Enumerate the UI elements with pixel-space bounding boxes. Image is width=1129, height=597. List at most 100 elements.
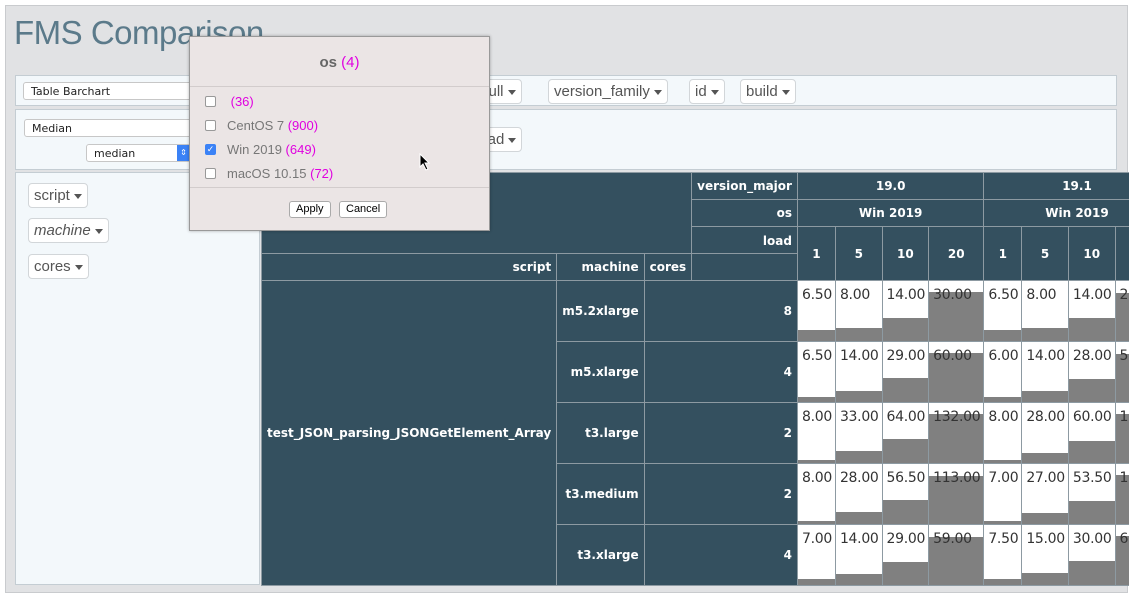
bar xyxy=(1022,452,1068,463)
bar xyxy=(1068,560,1115,585)
bar xyxy=(835,573,882,585)
checkbox[interactable]: ✓ xyxy=(205,144,216,155)
data-cell: 60.00 xyxy=(1067,402,1116,464)
caret-down-icon[interactable] xyxy=(73,193,82,199)
row-attr-label: script xyxy=(260,253,558,281)
row-header-machine: m5.2xlarge xyxy=(556,280,645,342)
data-cell: 33.00 xyxy=(834,402,883,464)
bar xyxy=(835,450,882,463)
data-cell: 56.50 xyxy=(881,463,930,525)
data-cell: 29.00 xyxy=(881,524,930,586)
aggregator-attr-value: median xyxy=(94,147,136,160)
data-cell: 28.00 xyxy=(1067,341,1116,403)
filter-item-label: Win 2019 xyxy=(227,142,282,157)
filter-item[interactable]: macOS 10.15 (72) xyxy=(205,166,333,181)
attr-pill-script[interactable]: script xyxy=(28,183,88,208)
filter-item-label: CentOS 7 xyxy=(227,118,285,133)
bar xyxy=(882,500,929,524)
attr-label: cores xyxy=(34,258,71,275)
col-header-load: 5 xyxy=(834,226,883,281)
data-cell: 15.00 xyxy=(1021,524,1069,586)
caret-down-icon[interactable] xyxy=(508,137,517,143)
caret-down-icon[interactable] xyxy=(710,89,719,95)
col-attr-label: os xyxy=(691,199,798,227)
bar xyxy=(1022,327,1068,341)
filter-item[interactable]: ✓ Win 2019 (649) xyxy=(205,142,316,157)
row-header-cores: 4 xyxy=(643,341,798,403)
cell-value: 14.00 xyxy=(1026,348,1065,364)
cell-value: 6.50 xyxy=(801,287,832,303)
bar xyxy=(835,327,882,341)
attr-label: version_family xyxy=(554,83,650,100)
filter-item[interactable]: (36) xyxy=(205,94,254,109)
col-header-load: 5 xyxy=(1021,226,1069,281)
data-cell: 8.00 xyxy=(983,402,1023,464)
bar xyxy=(882,439,929,463)
caret-down-icon[interactable] xyxy=(781,89,790,95)
cell-value: 60.00 xyxy=(1072,409,1112,425)
data-cell: 7.00 xyxy=(796,524,836,586)
data-cell: 60.00 xyxy=(928,341,985,403)
apply-button[interactable]: Apply xyxy=(289,201,331,218)
data-cell: 61.00 xyxy=(1114,524,1129,586)
data-cell: 14.00 xyxy=(834,524,883,586)
cell-value: 6.50 xyxy=(801,348,832,364)
checkbox[interactable] xyxy=(205,120,216,131)
data-cell: 8.00 xyxy=(1021,280,1069,342)
data-cell: 14.00 xyxy=(881,280,930,342)
caret-down-icon[interactable] xyxy=(653,89,662,95)
caret-down-icon[interactable] xyxy=(94,228,103,234)
attr-label: script xyxy=(34,187,70,204)
caret-down-icon[interactable] xyxy=(74,264,83,270)
renderer-select[interactable]: Table Barchart xyxy=(23,82,203,100)
col-attr-label: load xyxy=(691,226,798,254)
cancel-button[interactable]: Cancel xyxy=(339,201,388,218)
row-header-machine: t3.xlarge xyxy=(556,524,645,586)
filter-title: os (4) xyxy=(190,54,489,71)
row-header-cores: 8 xyxy=(643,280,798,342)
data-cell: 64.00 xyxy=(881,402,930,464)
row-header-machine: t3.medium xyxy=(556,463,645,525)
bar xyxy=(882,561,929,585)
cell-value: 8.00 xyxy=(1026,287,1057,303)
data-cell: 132.00 xyxy=(928,402,985,464)
row-header-machine: m5.xlarge xyxy=(556,341,645,403)
data-cell: 28.00 xyxy=(834,463,883,525)
col-header-load: 10 xyxy=(881,226,930,281)
mouse-cursor-icon xyxy=(419,153,431,171)
col-header-load: 1 xyxy=(796,226,836,281)
caret-down-icon[interactable] xyxy=(507,89,516,95)
filter-item-count: (72) xyxy=(310,166,334,181)
attr-pill-cores[interactable]: cores xyxy=(28,254,89,279)
col-header-os: Win 2019 xyxy=(796,199,985,227)
data-cell: 6.00 xyxy=(983,341,1023,403)
checkbox[interactable] xyxy=(205,168,216,179)
bar xyxy=(984,578,1022,585)
col-header-os: Win 2019 xyxy=(983,199,1129,227)
aggregator-select[interactable]: Median xyxy=(24,119,204,137)
bar xyxy=(1068,501,1115,524)
data-cell: 132.00 xyxy=(1114,402,1129,464)
cell-value: 6.50 xyxy=(988,287,1019,303)
data-cell: 30.00 xyxy=(1067,524,1116,586)
checkbox[interactable] xyxy=(205,96,216,107)
filter-item[interactable]: CentOS 7 (900) xyxy=(205,118,318,133)
attr-pill-version-family[interactable]: version_family xyxy=(548,79,668,104)
divider xyxy=(190,187,489,188)
aggregator-attr-select[interactable]: median ⇕ xyxy=(86,144,191,162)
attr-pill-id[interactable]: id xyxy=(689,79,725,104)
col-header-load: 20 xyxy=(1114,226,1129,281)
row-header-cores: 2 xyxy=(643,463,798,525)
col-header-version: 19.1 xyxy=(983,172,1129,200)
attr-label: machine xyxy=(34,222,91,239)
bar xyxy=(984,330,1022,341)
cell-value: 113.00 xyxy=(933,470,981,486)
attr-pill-build[interactable]: build xyxy=(740,79,796,104)
data-cell: 30.00 xyxy=(928,280,985,342)
cell-value: 64.00 xyxy=(886,409,926,425)
data-cell: 14.00 xyxy=(1067,280,1116,342)
attr-pill-machine[interactable]: machine xyxy=(28,218,109,243)
bar xyxy=(882,318,929,341)
data-cell: 58.00 xyxy=(1114,341,1129,403)
filter-item-count: (900) xyxy=(287,118,319,133)
